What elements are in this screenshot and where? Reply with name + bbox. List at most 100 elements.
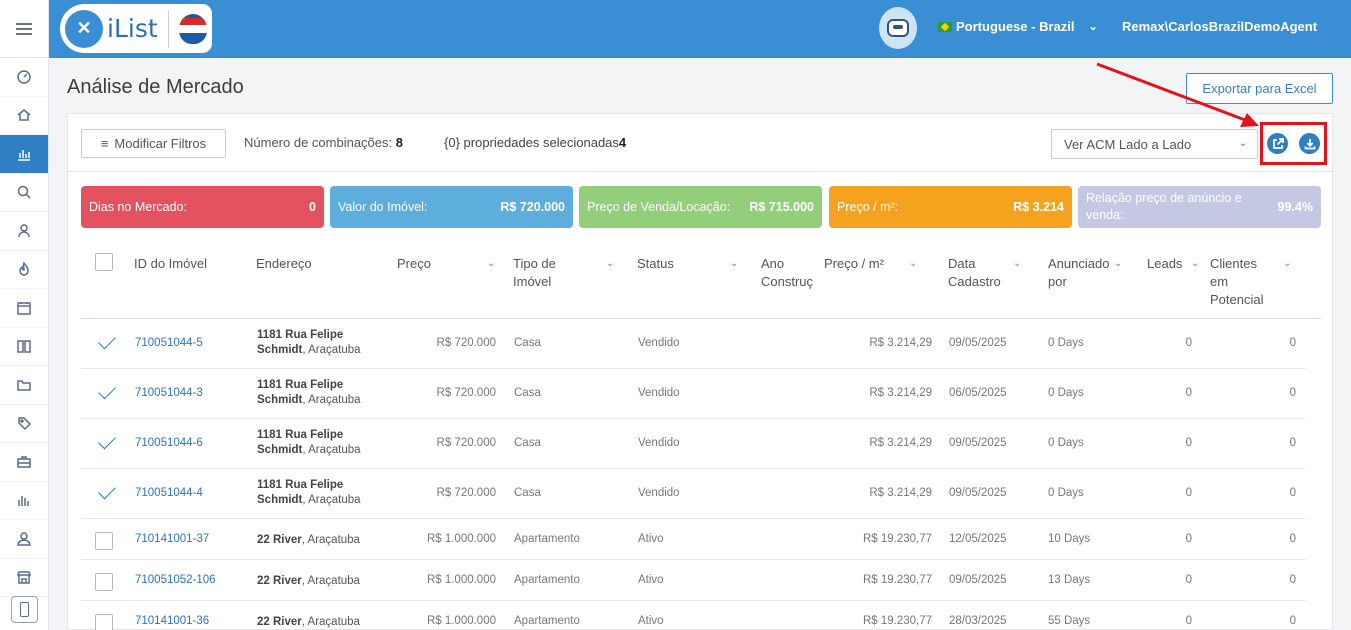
mobile-icon[interactable]	[11, 596, 38, 623]
stat-value: R$ 715.000	[749, 200, 814, 214]
column-header[interactable]: Anunciado por ⌄	[1048, 255, 1122, 291]
column-header[interactable]: Tipo de Imóvel ⌄	[513, 255, 614, 291]
column-header[interactable]: Status ⌄	[637, 255, 738, 273]
column-header[interactable]: Preço ⌄	[397, 255, 495, 273]
tag-icon	[18, 417, 32, 431]
brand-name: iList	[107, 14, 158, 43]
sidebar-item-tag[interactable]	[0, 405, 48, 443]
row-checkbox[interactable]	[95, 614, 113, 630]
price-cell: R$ 720.000	[436, 487, 496, 499]
row-checkbox[interactable]	[95, 573, 113, 591]
property-id-link[interactable]: 710141001-36	[135, 615, 209, 627]
address-cell: 1181 Rua Felipe Schmidt, Araçatuba	[257, 329, 361, 356]
sidebar-item-dashboard[interactable]	[0, 58, 48, 97]
property-id-link[interactable]: 710051044-3	[135, 387, 203, 399]
sidebar-item-contacts[interactable]	[0, 212, 48, 251]
stat-value: R$ 720.000	[500, 200, 565, 214]
chevron-down-icon[interactable]: ⌄	[1114, 255, 1122, 273]
download-button[interactable]	[1299, 133, 1320, 154]
sidebar-item-book[interactable]	[0, 328, 48, 366]
price-cell: R$ 1.000.000	[426, 615, 496, 627]
chevron-down-icon[interactable]: ⌄	[1283, 255, 1291, 273]
table-row[interactable]: 710051044-6 1181 Rua Felipe Schmidt, Araç…	[81, 419, 1305, 469]
column-header[interactable]: Clientes em Potencial ⌄	[1210, 255, 1291, 309]
type-cell: Casa	[514, 387, 541, 399]
user-menu[interactable]: Remax\CarlosBrazilDemoAgent	[1122, 19, 1317, 34]
sidebar-item-hot[interactable]	[0, 251, 48, 289]
sidebar-item-calendar[interactable]	[0, 289, 48, 328]
clients-cell: 0	[1289, 533, 1296, 545]
table-row[interactable]: 710141001-36 22 River, Araçatuba R$ 1.000.…	[81, 601, 1305, 630]
home-icon	[17, 109, 31, 121]
stat-value: 99.4%	[1277, 200, 1313, 214]
date-cell: 28/03/2025	[949, 615, 1007, 627]
modify-filters-button[interactable]: ≡ Modificar Filtros	[81, 129, 226, 158]
hamburger-menu-icon[interactable]	[0, 0, 48, 58]
chevron-down-icon[interactable]: ⌄	[487, 255, 495, 273]
export-excel-button[interactable]: Exportar para Excel	[1186, 73, 1333, 104]
chevron-down-icon[interactable]: ⌄	[1013, 255, 1021, 273]
filter-bar: ≡ Modificar Filtros Número de combinaçõe…	[68, 114, 1332, 172]
sidebar-item-briefcase[interactable]	[0, 443, 48, 482]
column-header[interactable]: Endereço	[256, 255, 312, 273]
chevron-down-icon[interactable]: ⌄	[1191, 255, 1199, 273]
sidebar-item-home[interactable]	[0, 97, 48, 135]
table-row[interactable]: 710051044-4 1181 Rua Felipe Schmidt, Araç…	[81, 469, 1305, 519]
hot-icon	[19, 261, 29, 276]
checkmark-icon[interactable]	[98, 381, 116, 400]
sidebar-item-search[interactable]	[0, 174, 48, 212]
chevron-down-icon[interactable]: ⌄	[909, 255, 917, 273]
listed-days-cell: 0 Days	[1048, 337, 1084, 349]
sliders-icon: ≡	[100, 136, 109, 151]
stat-label: Dias no Mercado:	[89, 199, 187, 214]
property-id-link[interactable]: 710141001-37	[135, 533, 209, 545]
clients-cell: 0	[1289, 387, 1296, 399]
language-selector[interactable]: Portuguese - Brazil ⌄	[938, 19, 1098, 34]
date-cell: 09/05/2025	[949, 487, 1007, 499]
property-id-link[interactable]: 710051044-6	[135, 437, 203, 449]
address-cell: 1181 Rua Felipe Schmidt, Araçatuba	[257, 479, 361, 506]
date-cell: 09/05/2025	[949, 574, 1007, 586]
property-id-link[interactable]: 710051044-4	[135, 487, 203, 499]
table-row[interactable]: 710051044-5 1181 Rua Felipe Schmidt, Araç…	[81, 319, 1305, 369]
sidebar-item-chart[interactable]	[0, 135, 48, 174]
column-header[interactable]: Preço / m² ⌄	[824, 255, 917, 273]
column-header[interactable]: Leads ⌄	[1147, 255, 1199, 273]
select-all-checkbox[interactable]	[95, 253, 113, 271]
status-cell: Vendido	[638, 337, 680, 349]
table-row[interactable]: 710051052-106 22 River, Araçatuba R$ 1.000…	[81, 560, 1305, 601]
status-cell: Vendido	[638, 387, 680, 399]
property-id-link[interactable]: 710051044-5	[135, 337, 203, 349]
checkmark-icon[interactable]	[98, 481, 116, 500]
leads-cell: 0	[1185, 574, 1192, 586]
price-per-m2-cell: R$ 19.230,77	[862, 615, 932, 627]
ilist-logo[interactable]: ✕ iList	[60, 4, 212, 53]
user-icon	[17, 532, 31, 546]
column-header[interactable]: Ano Construç	[761, 255, 818, 291]
column-header[interactable]: ID do Imóvel ⌄	[134, 255, 287, 273]
briefcase-icon	[17, 456, 31, 468]
help-robot-icon[interactable]	[879, 7, 917, 49]
address-cell: 22 River, Araçatuba	[257, 534, 360, 546]
table-row[interactable]: 710141001-37 22 River, Araçatuba R$ 1.000.…	[81, 519, 1305, 560]
checkmark-icon[interactable]	[98, 331, 116, 350]
page-title: Análise de Mercado	[67, 76, 244, 98]
chevron-down-icon[interactable]: ⌄	[730, 255, 738, 273]
price-per-m2-cell: R$ 19.230,77	[862, 533, 932, 545]
sidebar-item-user[interactable]	[0, 520, 48, 559]
table-row[interactable]: 710051044-3 1181 Rua Felipe Schmidt, Araç…	[81, 369, 1305, 419]
property-id-link[interactable]: 710051052-106	[135, 574, 216, 586]
stat-card: Valor do Imóvel: R$ 720.000	[330, 186, 573, 228]
chevron-down-icon[interactable]: ⌄	[606, 255, 614, 273]
price-cell: R$ 720.000	[436, 337, 496, 349]
open-external-button[interactable]	[1267, 133, 1288, 154]
folder-icon	[17, 380, 31, 391]
sidebar-item-store[interactable]	[0, 559, 48, 597]
checkmark-icon[interactable]	[98, 431, 116, 450]
acm-view-select[interactable]: Ver ACM Lado a Lado ⌄	[1051, 129, 1258, 159]
sidebar-item-folder[interactable]	[0, 366, 48, 405]
type-cell: Apartamento	[514, 574, 580, 586]
sidebar-item-bar-chart[interactable]	[0, 482, 48, 520]
column-header[interactable]: Data Cadastro ⌄	[948, 255, 1021, 291]
row-checkbox[interactable]	[95, 532, 113, 550]
